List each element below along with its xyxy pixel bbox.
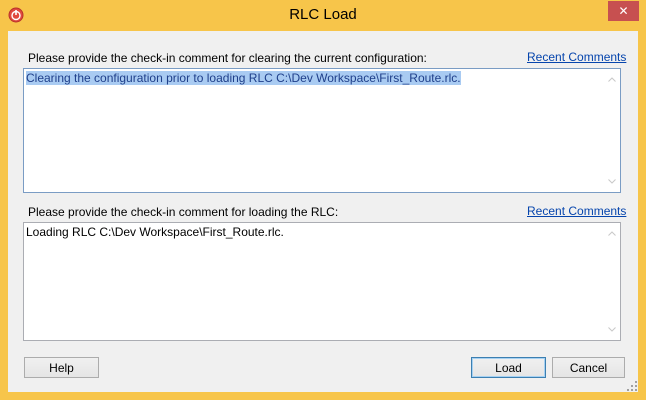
chevron-up-icon[interactable] xyxy=(603,71,620,88)
clear-comment-scrollbar[interactable] xyxy=(603,69,620,192)
cancel-button[interactable]: Cancel xyxy=(552,357,625,378)
close-button[interactable]: ✕ xyxy=(608,1,639,21)
load-comment-textarea[interactable]: Loading RLC C:\Dev Workspace\First_Route… xyxy=(23,222,621,341)
chevron-down-icon[interactable] xyxy=(603,321,620,338)
chevron-up-icon[interactable] xyxy=(603,225,620,242)
load-comment-text: Loading RLC C:\Dev Workspace\First_Route… xyxy=(26,225,284,239)
resize-grip-icon[interactable] xyxy=(626,380,638,392)
window-title: RLC Load xyxy=(289,6,357,23)
clear-comment-textarea[interactable]: Clearing the configuration prior to load… xyxy=(23,68,621,193)
clear-config-label: Please provide the check-in comment for … xyxy=(28,51,427,65)
help-button[interactable]: Help xyxy=(24,357,99,378)
recent-comments-link-load[interactable]: Recent Comments xyxy=(527,204,626,218)
close-icon: ✕ xyxy=(618,4,629,18)
load-comment-scrollbar[interactable] xyxy=(603,223,620,340)
title-bar[interactable]: RLC Load ✕ xyxy=(0,0,646,31)
load-button[interactable]: Load xyxy=(471,357,546,378)
clear-comment-selection: Clearing the configuration prior to load… xyxy=(26,71,461,85)
rlc-load-window: RLC Load ✕ Please provide the check-in c… xyxy=(0,0,646,400)
dialog-body: Please provide the check-in comment for … xyxy=(8,31,638,392)
load-rlc-label: Please provide the check-in comment for … xyxy=(28,205,339,219)
chevron-down-icon[interactable] xyxy=(603,173,620,190)
clear-comment-text: Clearing the configuration prior to load… xyxy=(26,71,461,85)
recent-comments-link-clear[interactable]: Recent Comments xyxy=(527,50,626,64)
